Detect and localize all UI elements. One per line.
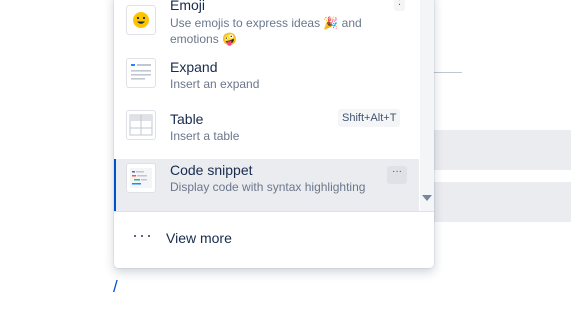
scroll-down-arrow-icon[interactable] — [422, 195, 432, 201]
code-snippet-icon — [126, 163, 156, 193]
menu-item-description: Insert an expand — [170, 77, 260, 91]
menu-item-description: Use emojis to express ideas 🎉 and emotio… — [170, 16, 362, 46]
editor-highlight-block — [432, 130, 571, 170]
menu-item-expand[interactable]: Expand Insert an expand — [114, 51, 419, 103]
menu-item-table[interactable]: Table Insert a table Shift+Alt+T — [114, 103, 419, 155]
scrollbar[interactable] — [420, 0, 434, 211]
insert-menu-popup: Emoji Use emojis to express ideas 🎉 and … — [114, 0, 434, 268]
menu-item-description: Display code with syntax highlighting — [170, 180, 366, 194]
slash-command-text: / — [113, 277, 118, 296]
insert-menu-list[interactable]: Emoji Use emojis to express ideas 🎉 and … — [114, 0, 419, 211]
menu-item-emoji[interactable]: Emoji Use emojis to express ideas 🎉 and … — [114, 0, 419, 50]
editor-highlight-block — [432, 182, 571, 222]
menu-item-title: Code snippet — [170, 162, 253, 178]
view-more-button[interactable]: ··· View more — [114, 212, 434, 268]
emoji-icon — [126, 5, 156, 35]
menu-item-title: Table — [170, 111, 204, 127]
menu-item-code-snippet[interactable]: Code snippet Display code with syntax hi… — [114, 159, 419, 211]
table-icon — [126, 110, 156, 140]
keyboard-shortcut: Shift+Alt+T — [338, 109, 401, 127]
menu-item-title: Expand — [170, 59, 218, 75]
keyboard-shortcut: : — [394, 0, 406, 11]
view-more-label: View more — [166, 230, 232, 246]
menu-item-title: Emoji — [170, 0, 206, 13]
ellipsis-icon: ··· — [132, 225, 153, 245]
menu-item-description: Insert a table — [170, 129, 240, 143]
expand-icon — [126, 58, 156, 88]
editor-divider — [432, 72, 462, 73]
more-options-button[interactable]: ··· — [387, 166, 407, 184]
